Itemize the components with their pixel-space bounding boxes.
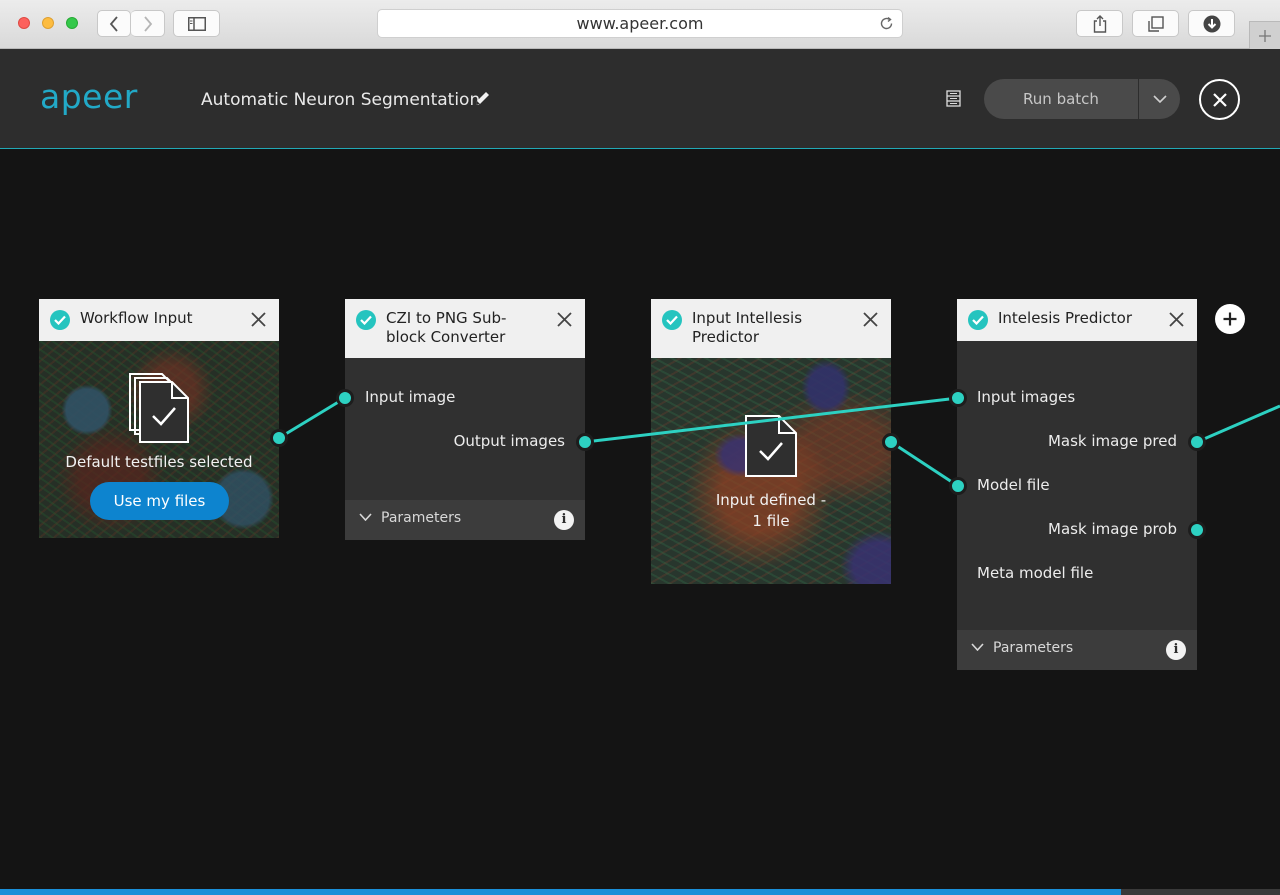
chevron-down-icon (359, 513, 372, 521)
run-batch-split-button: Run batch (984, 79, 1180, 119)
output-port[interactable] (1188, 521, 1206, 539)
chevron-left-icon (109, 15, 118, 32)
close-icon[interactable] (862, 311, 879, 328)
output-port[interactable] (1188, 433, 1206, 451)
files-stack-icon (129, 373, 189, 443)
reload-icon[interactable] (879, 16, 894, 31)
progress-fill (0, 889, 1122, 895)
input-port-label: Input image (365, 388, 456, 406)
tabs-icon (1147, 15, 1164, 32)
close-icon[interactable] (556, 311, 573, 328)
node-czi-converter[interactable]: CZI to PNG Sub-block Converter Input ima… (345, 299, 585, 540)
back-button[interactable] (97, 10, 131, 37)
browser-chrome: www.apeer.com (0, 0, 1280, 49)
parameters-bar[interactable]: Parameters i (957, 630, 1197, 670)
output-port[interactable] (270, 429, 288, 447)
zoom-window-button[interactable] (66, 17, 78, 29)
node-input-intellesis[interactable]: Input Intellesis Predictor Input defined… (651, 299, 891, 584)
close-icon[interactable] (1168, 311, 1185, 328)
output-port-label: Mask image pred (1047, 432, 1177, 450)
info-icon[interactable]: i (1166, 640, 1186, 660)
pencil-icon[interactable] (474, 90, 491, 107)
app-header: apeer Automatic Neuron Segmentation Run … (0, 49, 1280, 149)
status-text-line1: Input defined - (715, 491, 827, 509)
close-window-button[interactable] (18, 17, 30, 29)
node-header[interactable]: Input Intellesis Predictor (651, 299, 891, 358)
parameters-label: Parameters (993, 640, 1074, 656)
node-title: Workflow Input (80, 309, 193, 327)
close-editor-button[interactable] (1199, 79, 1240, 120)
check-circle-icon (356, 310, 376, 330)
check-circle-icon (50, 310, 70, 330)
input-port[interactable] (949, 389, 967, 407)
tabs-overview-button[interactable] (1132, 10, 1179, 37)
parameters-label: Parameters (381, 510, 462, 526)
sidebar-toggle-button[interactable] (173, 10, 220, 37)
share-icon (1093, 14, 1106, 33)
run-batch-button[interactable]: Run batch (984, 79, 1138, 119)
batch-list-icon[interactable] (946, 90, 961, 107)
plus-icon (1223, 312, 1237, 326)
apeer-logo[interactable]: apeer (40, 77, 138, 116)
output-port[interactable] (882, 433, 900, 451)
status-text-line2: 1 file (752, 512, 790, 530)
output-port-label: Mask image prob (1048, 520, 1177, 538)
use-my-files-button[interactable]: Use my files (90, 482, 229, 520)
input-port-label: Input images (977, 388, 1076, 406)
file-check-icon (745, 415, 797, 477)
parameters-bar[interactable]: Parameters i (345, 500, 585, 540)
share-button[interactable] (1076, 10, 1123, 37)
close-icon[interactable] (250, 311, 267, 328)
input-port[interactable] (336, 389, 354, 407)
chevron-down-icon (971, 643, 984, 651)
node-header[interactable]: Intelesis Predictor (957, 299, 1197, 341)
forward-button[interactable] (131, 10, 165, 37)
info-icon[interactable]: i (554, 510, 574, 530)
node-title: CZI to PNG Sub-block Converter (386, 309, 507, 346)
minimize-window-button[interactable] (42, 17, 54, 29)
check-circle-icon (968, 310, 988, 330)
sidebar-icon (187, 16, 206, 31)
close-icon (1212, 92, 1227, 107)
node-intelesis-predictor[interactable]: Intelesis Predictor Input images Mask im… (957, 299, 1197, 670)
input-port-label: Meta model file (977, 564, 1094, 582)
new-tab-button[interactable] (1249, 21, 1280, 49)
chevron-down-icon (1152, 95, 1167, 103)
output-port-label: Output images (453, 432, 565, 450)
chevron-right-icon (143, 15, 152, 32)
address-bar[interactable]: www.apeer.com (377, 9, 903, 38)
add-module-button[interactable] (1215, 304, 1245, 334)
node-title: Input Intellesis Predictor (692, 309, 803, 346)
status-text: Default testfiles selected (65, 453, 253, 471)
input-port-label: Model file (977, 476, 1050, 494)
input-port[interactable] (949, 477, 967, 495)
node-header[interactable]: Workflow Input (39, 299, 279, 341)
run-options-dropdown[interactable] (1139, 79, 1180, 119)
download-icon (1203, 15, 1220, 32)
node-title: Intelesis Predictor (998, 309, 1133, 327)
downloads-button[interactable] (1188, 10, 1235, 37)
plus-icon (1259, 29, 1271, 42)
workflow-title: Automatic Neuron Segmentation (201, 90, 481, 110)
output-port[interactable] (576, 433, 594, 451)
url-text: www.apeer.com (576, 14, 704, 33)
node-workflow-input[interactable]: Workflow Input Default testfiles selecte… (39, 299, 279, 538)
node-header[interactable]: CZI to PNG Sub-block Converter (345, 299, 585, 358)
check-circle-icon (662, 310, 682, 330)
progress-bar (0, 889, 1280, 895)
